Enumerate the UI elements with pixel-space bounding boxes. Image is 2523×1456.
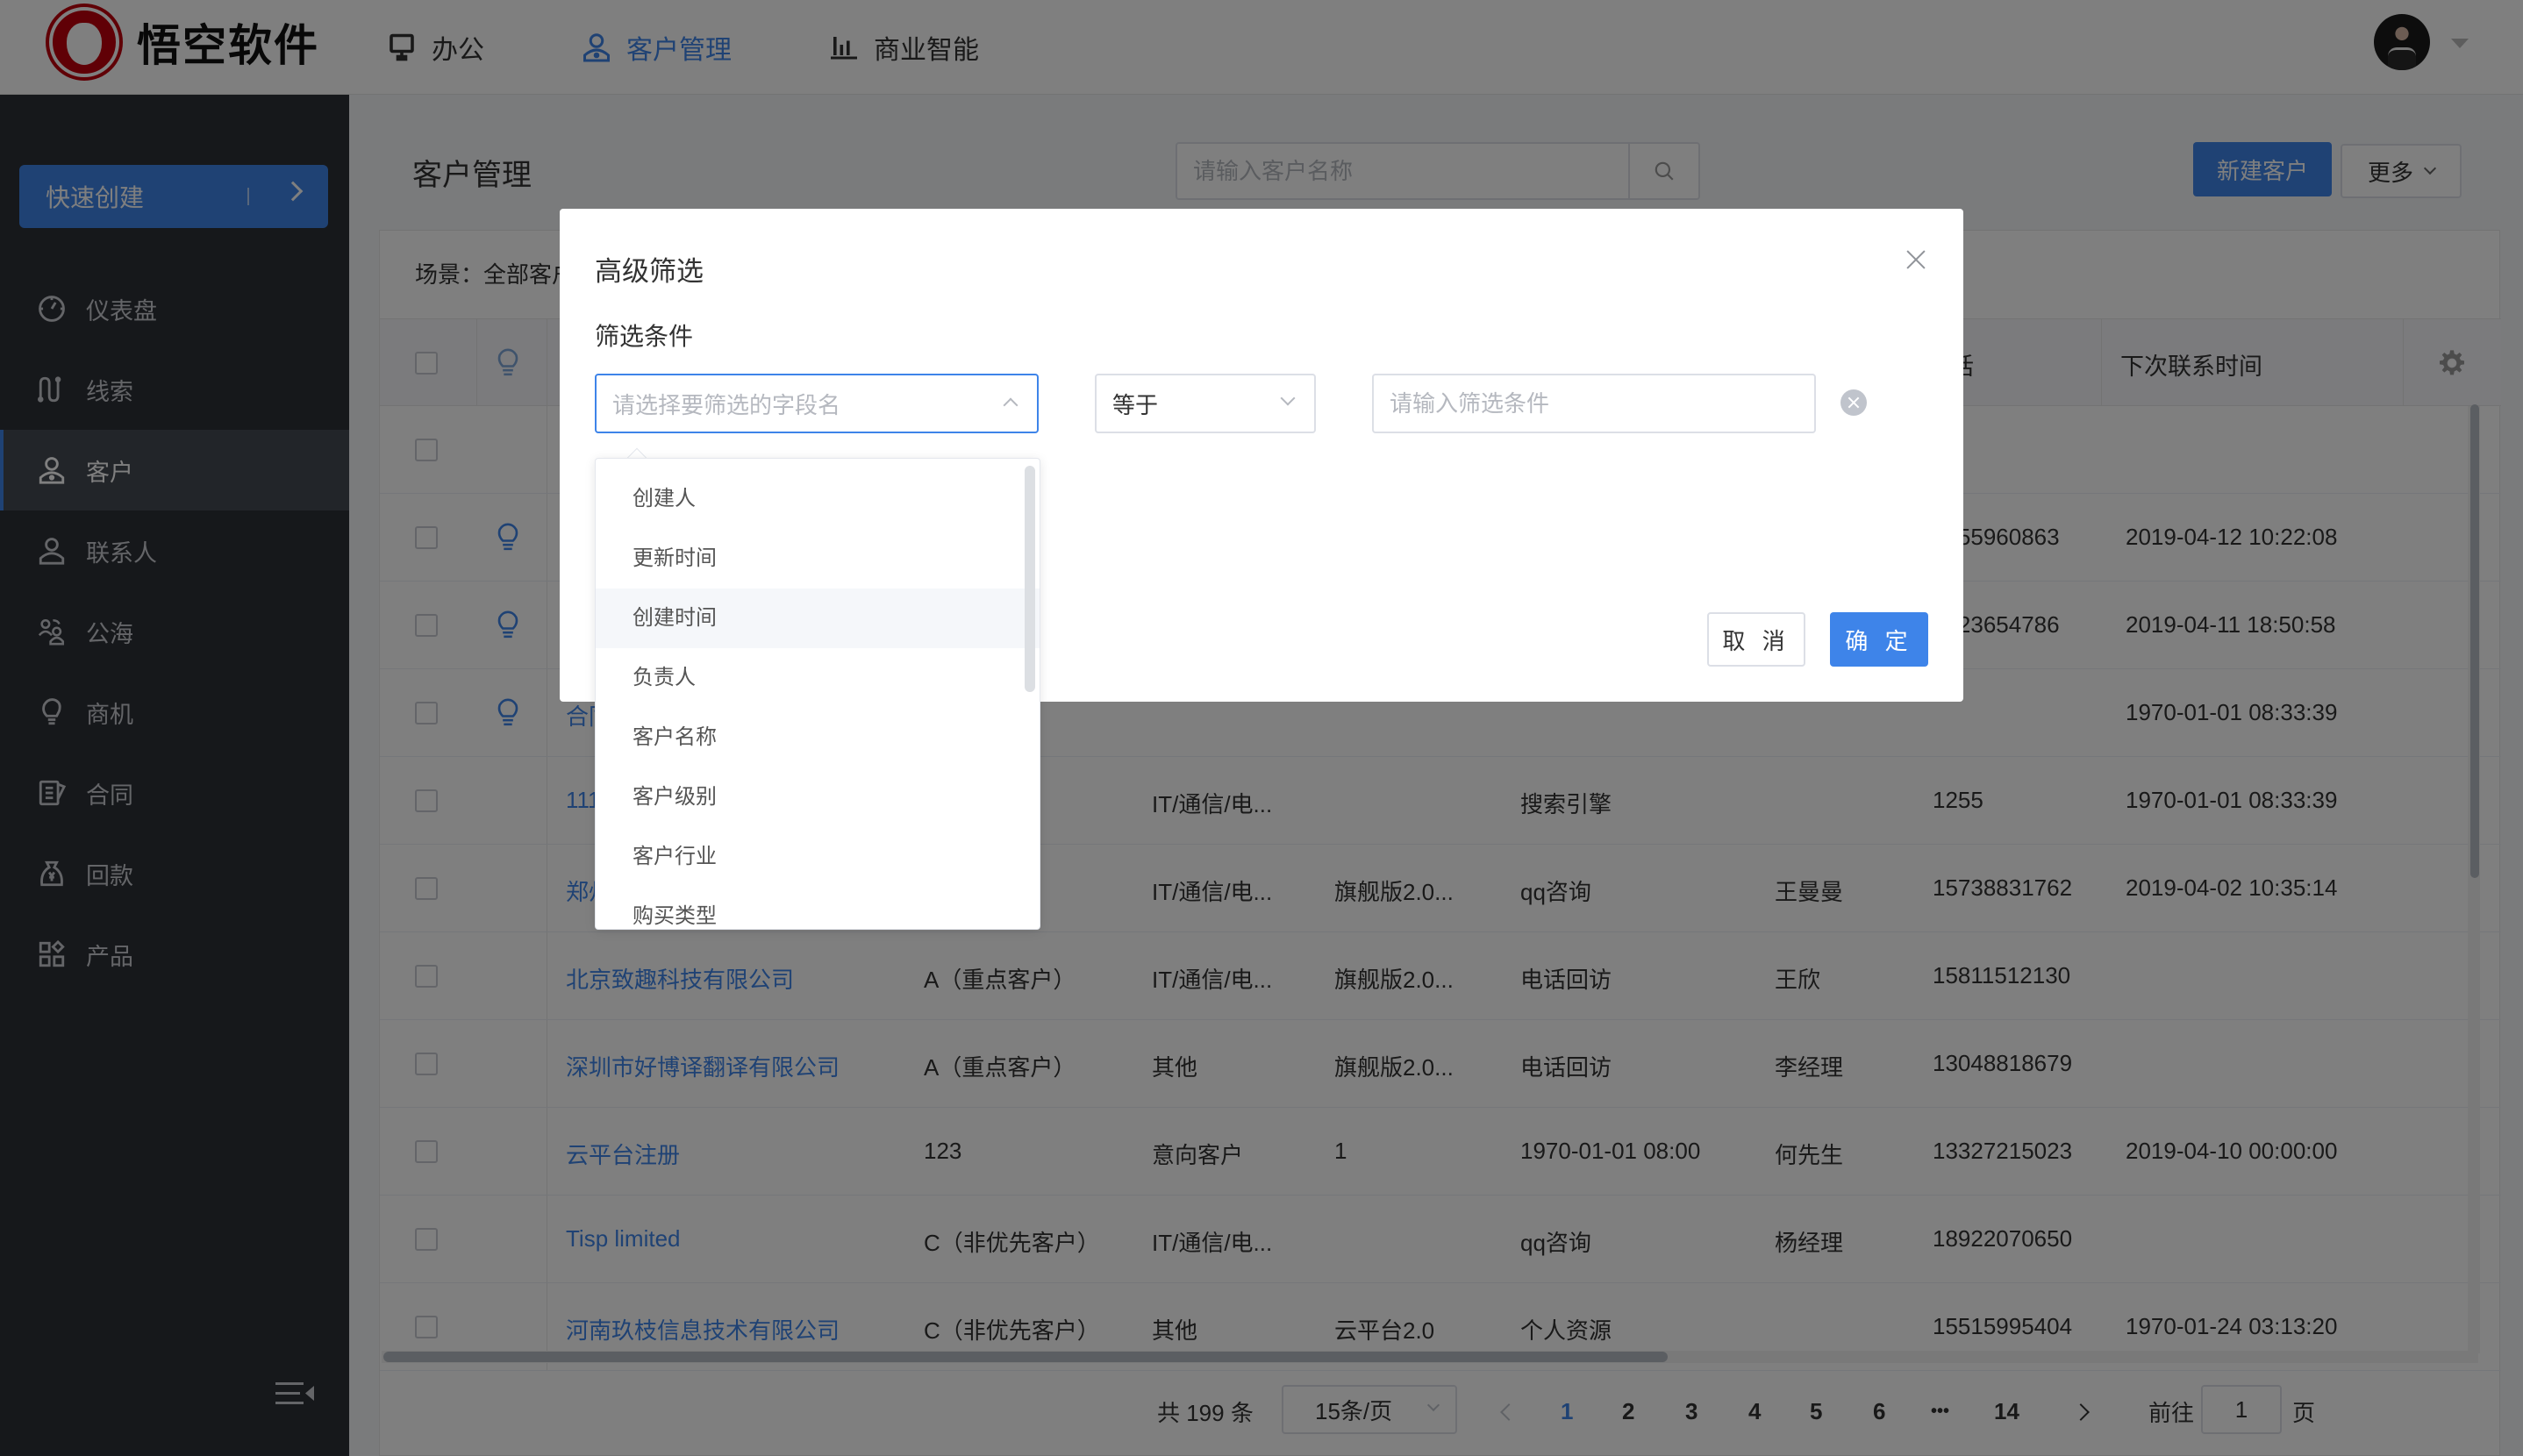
field-name-select[interactable]: 请选择要筛选的字段名 [595,374,1039,433]
chevron-down-icon [1280,390,1296,406]
remove-condition-icon[interactable] [1840,389,1867,416]
field-option[interactable]: 更新时间 [596,529,1040,589]
field-option[interactable]: 创建人 [596,469,1040,529]
confirm-button[interactable]: 确 定 [1830,612,1928,667]
field-option[interactable]: 负责人 [596,648,1040,708]
field-dropdown: 创建人 更新时间 创建时间 负责人 客户名称 客户级别 客户行业 购买类型 [595,458,1040,930]
operator-value: 等于 [1112,391,1159,418]
dialog-title: 高级筛选 [595,256,704,287]
dropdown-scrollbar[interactable] [1025,466,1035,692]
field-option[interactable]: 创建时间 [596,589,1040,648]
cancel-button[interactable]: 取 消 [1707,612,1805,667]
field-option[interactable]: 客户行业 [596,827,1040,887]
chevron-up-icon [1003,397,1018,413]
condition-label: 筛选条件 [595,323,694,350]
operator-select[interactable]: 等于 [1095,374,1316,433]
field-select-placeholder: 请选择要筛选的字段名 [612,391,841,418]
close-icon[interactable] [1902,246,1930,274]
field-option[interactable]: 客户名称 [596,708,1040,767]
field-option[interactable]: 客户级别 [596,767,1040,827]
field-option-list: 创建人 更新时间 创建时间 负责人 客户名称 客户级别 客户行业 购买类型 [596,469,1040,929]
field-option[interactable]: 购买类型 [596,887,1040,929]
condition-value-input[interactable] [1372,374,1816,433]
